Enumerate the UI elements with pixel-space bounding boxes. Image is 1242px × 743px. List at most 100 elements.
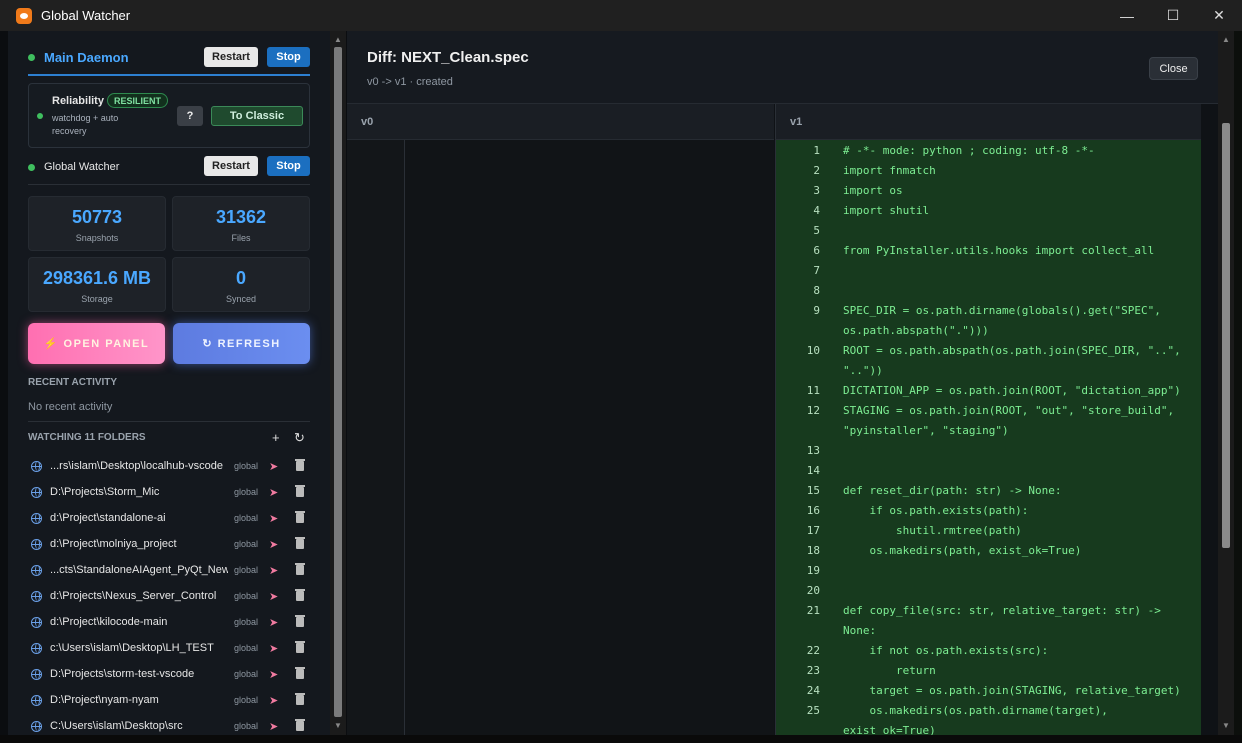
globe-icon [31,642,42,654]
stat-storage: 298361.6 MB Storage [28,257,166,312]
trash-icon[interactable] [295,537,305,549]
globe-icon [31,486,42,498]
folder-item[interactable]: d:\Projects\Nexus_Server_Control global … [28,585,310,607]
folder-item[interactable]: ...cts\StandaloneAIAgent_PyQt_New global… [28,559,310,581]
line-number: 21 [806,604,820,617]
line-number: 7 [813,264,820,277]
scroll-down-icon[interactable]: ▼ [330,719,346,733]
divider [28,421,310,422]
folder-item[interactable]: d:\Project\standalone-ai global ➤ [28,507,310,529]
window-title: Global Watcher [41,8,131,23]
globe-icon [31,668,42,680]
rocket-icon[interactable]: ➤ [269,642,278,655]
stat-value: 31362 [215,207,267,227]
background-window-edge [1234,31,1242,743]
folder-item[interactable]: C:\Users\islam\Desktop\src global ➤ [28,715,310,735]
folder-item[interactable]: D:\Projects\Storm_Mic global ➤ [28,481,310,503]
scroll-up-icon[interactable]: ▲ [1218,33,1234,47]
rocket-icon[interactable]: ➤ [269,538,278,551]
folder-path: d:\Project\kilocode-main [50,616,168,628]
trash-icon[interactable] [295,563,305,575]
to-classic-button[interactable]: To Classic [211,106,303,126]
scroll-down-icon[interactable]: ▼ [1218,719,1234,733]
title-bar: Global Watcher — ☐ ✕ [0,0,1242,31]
trash-icon[interactable] [295,511,305,523]
minimize-icon[interactable]: — [1104,0,1150,31]
folder-item[interactable]: d:\Project\kilocode-main global ➤ [28,611,310,633]
scroll-up-icon[interactable]: ▲ [330,33,346,47]
rocket-icon[interactable]: ➤ [269,720,278,733]
maximize-icon[interactable]: ☐ [1150,0,1196,31]
globe-icon [31,720,42,732]
line-text: os.makedirs(os.path.dirname(target), [843,704,1108,717]
window-controls: — ☐ ✕ [1104,0,1242,31]
rocket-icon[interactable]: ➤ [269,616,278,629]
refresh-button[interactable]: ↻ REFRESH [173,323,310,364]
scrollbar-thumb[interactable] [334,47,342,717]
line-text: "pyinstaller", "staging") [843,424,1009,437]
line-number: 8 [813,284,820,297]
line-text: if os.path.exists(path): [843,504,1029,517]
open-panel-button[interactable]: ⚡ OPEN PANEL [28,323,165,364]
refresh-folders-icon[interactable]: ↻ [294,430,305,446]
stat-value: 50773 [71,207,123,227]
trash-icon[interactable] [295,485,305,497]
reliability-label: Reliability [52,95,104,107]
watcher-stop-button[interactable]: Stop [267,156,310,176]
folder-path: ...rs\islam\Desktop\localhub-vscode [50,460,224,472]
line-text: # -*- mode: python ; coding: utf-8 -*- [843,144,1095,157]
rocket-icon[interactable]: ➤ [269,590,278,603]
line-number: 2 [813,164,820,177]
trash-icon[interactable] [295,693,305,705]
trash-icon[interactable] [295,615,305,627]
rocket-icon[interactable]: ➤ [269,564,278,577]
rocket-icon[interactable]: ➤ [269,486,278,499]
main-daemon-stop-button[interactable]: Stop [267,47,310,67]
folder-scope: global [234,461,259,471]
folder-scope: global [234,669,259,679]
line-number: 18 [806,544,820,557]
watcher-restart-button[interactable]: Restart [204,156,258,176]
rocket-icon[interactable]: ➤ [269,668,278,681]
line-text: shutil.rmtree(path) [843,524,1022,537]
scrollbar-thumb[interactable] [1222,123,1230,548]
stat-label: Synced [225,294,257,304]
line-text: STAGING = os.path.join(ROOT, "out", "sto… [843,404,1175,417]
line-number: 16 [806,504,820,517]
close-button[interactable]: Close [1149,57,1198,80]
globe-icon [31,538,42,550]
add-folder-icon[interactable]: + [272,430,280,445]
trash-icon[interactable] [295,667,305,679]
line-number: 4 [813,204,820,217]
line-text: def copy_file(src: str, relative_target:… [843,604,1161,617]
line-text: import shutil [843,204,930,217]
stat-value: 0 [235,268,246,288]
folder-path: d:\Projects\Nexus_Server_Control [50,590,217,602]
diff-scrollbar[interactable]: ▲ ▼ [1218,31,1234,735]
close-window-icon[interactable]: ✕ [1196,0,1242,31]
reliability-help-button[interactable]: ? [177,106,203,126]
watcher-status-dot-icon [28,163,35,171]
folder-scope: global [234,643,259,653]
folder-path: D:\Project\nyam-nyam [50,694,159,706]
folder-item[interactable]: c:\Users\islam\Desktop\LH_TEST global ➤ [28,637,310,659]
trash-icon[interactable] [295,589,305,601]
trash-icon[interactable] [295,641,305,653]
trash-icon[interactable] [295,719,305,731]
trash-icon[interactable] [295,459,305,471]
stat-value: 298361.6 MB [42,268,152,288]
line-number: 9 [813,304,820,317]
app-logo-icon [16,7,32,24]
rocket-icon[interactable]: ➤ [269,512,278,525]
folder-item[interactable]: ...rs\islam\Desktop\localhub-vscode glob… [28,455,310,477]
globe-icon [31,590,42,602]
rocket-icon[interactable]: ➤ [269,460,278,473]
folder-item[interactable]: D:\Projects\storm-test-vscode global ➤ [28,663,310,685]
rocket-icon[interactable]: ➤ [269,694,278,707]
panel-scrollbar[interactable]: ▲ ▼ [330,31,346,735]
folder-item[interactable]: d:\Project\molniya_project global ➤ [28,533,310,555]
folder-item[interactable]: D:\Project\nyam-nyam global ➤ [28,689,310,711]
left-version-header: v0 [347,104,774,140]
main-daemon-restart-button[interactable]: Restart [204,47,258,67]
line-text: if not os.path.exists(src): [843,644,1049,657]
